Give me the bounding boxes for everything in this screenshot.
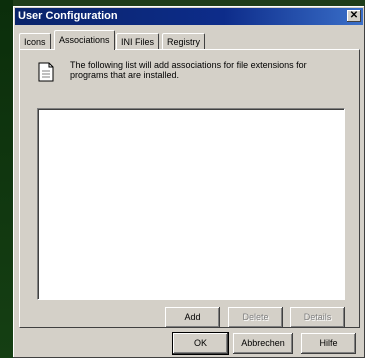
associations-panel: The following list will add associations…	[19, 49, 360, 328]
close-icon[interactable]: ✕	[347, 10, 361, 22]
help-button[interactable]: Hilfe	[301, 333, 356, 354]
title-bar[interactable]: User Configuration ✕	[15, 8, 363, 25]
tab-icons[interactable]: Icons	[19, 33, 51, 50]
tab-ini-files[interactable]: INI Files	[116, 33, 160, 50]
delete-button[interactable]: Delete	[228, 307, 283, 328]
details-button[interactable]: Details	[290, 307, 345, 328]
ok-button[interactable]: OK	[172, 332, 229, 355]
window-title: User Configuration	[18, 10, 118, 22]
user-configuration-dialog: User Configuration ✕ Icons Associations …	[13, 6, 365, 358]
tab-associations[interactable]: Associations	[54, 30, 115, 50]
document-icon	[38, 62, 54, 82]
cancel-button[interactable]: Abbrechen	[233, 333, 293, 354]
associations-description: The following list will add associations…	[70, 60, 307, 80]
desktop-background	[0, 0, 13, 358]
tab-registry[interactable]: Registry	[162, 33, 206, 50]
associations-list[interactable]	[37, 108, 345, 300]
add-button[interactable]: Add	[165, 307, 220, 328]
